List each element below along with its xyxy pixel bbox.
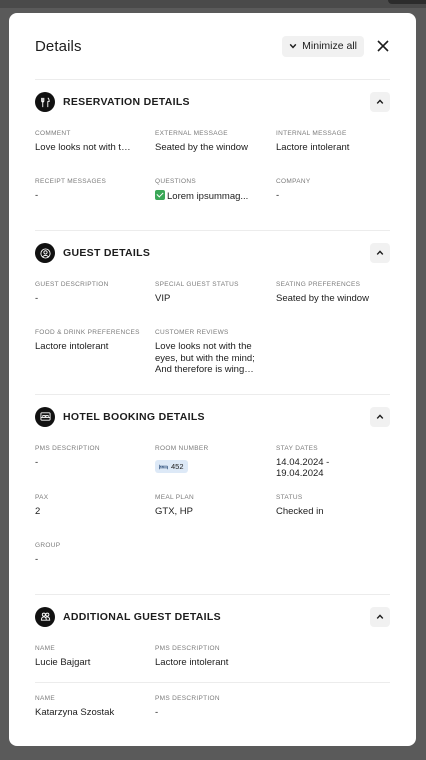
additional-guest-header: ADDITIONAL GUEST DETAILS [35, 595, 390, 639]
minimize-all-button[interactable]: Minimize all [282, 35, 364, 57]
food-drink-preferences-field: FOOD & DRINK PREFERENCES Lactore intolera… [35, 323, 155, 384]
seating-preferences-value: Seated by the window [276, 293, 369, 304]
additional-guest-row: NAME Katarzyna Szostak PMS DESCRIPTION - [35, 689, 390, 729]
guest-profile-icon [35, 243, 55, 263]
collapse-hotel-button[interactable] [370, 406, 390, 427]
comment-field: COMMENTLove looks not with the eyes, but… [35, 124, 155, 172]
close-icon[interactable] [376, 39, 390, 53]
header-actions: Minimize all [282, 35, 390, 57]
pms-description-value: - [35, 456, 39, 468]
internal-message-field: INTERNAL MESSAGE Lactore intolerant [276, 124, 391, 172]
chevron-up-icon [376, 613, 384, 619]
section-title: HOTEL BOOKING DETAILS [63, 410, 205, 423]
room-number-badge: 452 [155, 460, 188, 473]
internal-message-value: Lactore intolerant [276, 142, 350, 153]
stay-dates-value: 14.04.2024 - 19.04.2024 [276, 456, 330, 480]
pms-description-field: PMS DESCRIPTION - [35, 439, 155, 488]
status-value: Checked in [276, 505, 324, 517]
modal-header: Details Minimize all [35, 13, 390, 80]
seating-preferences-field: SEATING PREFERENCES Seated by the window [276, 275, 391, 323]
receipt-messages-field: RECEIPT MESSAGES - [35, 172, 155, 220]
collapse-reservation-button[interactable] [370, 92, 390, 112]
page-title: Details [35, 37, 82, 55]
questions-field: QUESTIONS Lorem ipsummag... [155, 178, 249, 202]
room-number-value: 452 [171, 462, 184, 471]
pax-field: PAX 2 [35, 488, 155, 536]
guest-description-field: GUEST DESCRIPTION - [35, 275, 155, 323]
customer-reviews-value: Love looks not with the eyes, but with t… [155, 341, 255, 375]
guest-name-field: NAME Katarzyna Szostak [35, 695, 155, 719]
bed-icon [159, 464, 168, 469]
chevron-down-icon [289, 43, 297, 49]
guest-name-value: Lucie Bajgart [35, 656, 91, 668]
section-title: ADDITIONAL GUEST DETAILS [63, 610, 221, 623]
group-value: - [35, 553, 39, 565]
minimize-all-label: Minimize all [302, 40, 357, 52]
chevron-up-icon [376, 250, 384, 255]
customer-reviews-field: CUSTOMER REVIEWS Love looks not with the … [155, 329, 255, 375]
reservation-details-section: RESERVATION DETAILS COMMENT Love looks no… [35, 80, 390, 231]
details-modal: Details Minimize all RESERVATION DETAILS… [9, 13, 416, 746]
guest-name-value: Katarzyna Szostak [35, 707, 115, 718]
questions-value: Lorem ipsummag... [167, 191, 249, 202]
stay-dates-field: STAY DATES 14.04.2024 - 19.04.2024 [276, 439, 391, 488]
checkbox-checked-icon [155, 190, 165, 200]
additional-guest-row: NAME Lucie Bajgart PMS DESCRIPTION Lactore… [35, 639, 390, 679]
section-title: GUEST DETAILS [63, 247, 151, 259]
company-field: COMPANY - [276, 172, 391, 220]
external-message-value: Seated by the window [155, 142, 248, 153]
collapse-additional-button[interactable] [370, 606, 390, 627]
guest-pms-value: - [155, 707, 159, 718]
group-field: GROUP - [35, 536, 155, 584]
room-number-field: ROOM NUMBER 452 [155, 444, 209, 473]
divider [35, 682, 390, 683]
external-message-field: EXTERNAL MESSAGE Seated by the window [155, 124, 276, 172]
section-title: RESERVATION DETAILS [63, 96, 190, 108]
guest-pms-value: Lactore intolerant [155, 656, 229, 668]
additional-guest-section: ADDITIONAL GUEST DETAILS NAME Lucie Bajga… [35, 595, 390, 739]
guest-description-value: - [35, 293, 39, 304]
top-bar [0, 0, 426, 8]
special-guest-status-value: VIP [155, 293, 171, 304]
group-icon [35, 606, 55, 627]
reservation-details-header: RESERVATION DETAILS [35, 80, 390, 124]
guest-name-field: NAME Lucie Bajgart [35, 645, 155, 669]
guest-pms-field: PMS DESCRIPTION Lactore intolerant [155, 645, 391, 669]
cutlery-icon [35, 92, 55, 112]
chevron-up-icon [376, 99, 384, 104]
bed-icon [35, 406, 55, 427]
special-guest-status-field: SPECIAL GUEST STATUS VIP [155, 275, 276, 323]
guest-details-section: GUEST DETAILS GUEST DESCRIPTION - SPECIAL… [35, 231, 390, 395]
collapse-guest-button[interactable] [370, 243, 390, 263]
food-drink-preferences-value: Lactore intolerant [35, 341, 109, 352]
comment-value: Love looks not with the eyes, but with t… [35, 142, 135, 153]
guest-details-header: GUEST DETAILS [35, 231, 390, 275]
hotel-booking-section: HOTEL BOOKING DETAILS PMS DESCRIPTION - R… [35, 395, 390, 595]
meal-plan-field: MEAL PLAN GTX, HP [155, 488, 276, 536]
hotel-booking-header: HOTEL BOOKING DETAILS [35, 395, 390, 439]
company-value: - [276, 190, 280, 201]
meal-plan-value: GTX, HP [155, 505, 194, 517]
receipt-messages-value: - [35, 190, 39, 201]
status-field: STATUS Checked in [276, 488, 391, 536]
pax-value: 2 [35, 505, 41, 517]
top-bar-handle [388, 0, 426, 4]
chevron-up-icon [376, 413, 384, 419]
guest-pms-field: PMS DESCRIPTION - [155, 695, 391, 719]
